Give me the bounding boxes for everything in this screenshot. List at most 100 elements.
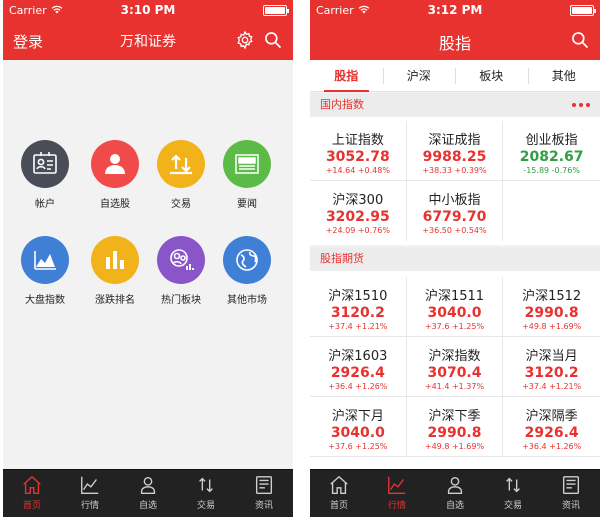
transfer-icon [199,477,213,493]
tab-news[interactable]: 资讯 [235,474,293,511]
futures-name: 沪深当月 [525,349,578,364]
tile-news[interactable]: 要闻 [215,140,279,210]
tab-label: 首页 [22,501,41,511]
news-icon [223,140,271,188]
index-change: +38.33 +0.39% [422,166,487,175]
index-cell[interactable]: 创业板指 2082.67 -15.89 -0.76% [503,121,600,181]
tab-home[interactable]: 首页 [310,474,368,511]
futures-value: 3070.4 [427,365,482,381]
tile-trade[interactable]: 交易 [149,140,213,210]
futures-cell[interactable]: 沪深下季 2990.8 +49.8 +1.69% [406,397,504,457]
futures-change: +37.6 +1.25% [424,322,485,331]
bar-chart-icon [91,236,139,284]
section-title: 国内指数 [320,98,364,111]
segment-sectors[interactable]: 板块 [455,60,528,92]
tile-label: 其他市场 [227,295,267,306]
futures-value: 2926.4 [330,365,385,381]
tab-label: 资讯 [561,501,580,511]
search-icon[interactable] [570,30,590,50]
futures-change: +36.4 +1.26% [328,382,388,391]
index-cell[interactable]: 上证指数 3052.78 +14.64 +0.48% [310,121,407,181]
index-name: 创业板指 [525,133,578,148]
futures-name: 沪深下月 [331,409,384,424]
clock: 3:12 PM [427,3,483,17]
futures-value: 3040.0 [330,425,385,441]
transfer-icon [506,477,520,493]
index-change: +24.09 +0.76% [325,226,390,235]
tile-other-markets[interactable]: 其他市场 [215,236,279,306]
segment-index[interactable]: 股指 [310,60,383,92]
home-icon [23,475,41,494]
futures-name: 沪深隔季 [525,409,578,424]
tab-news[interactable]: 资讯 [542,474,600,511]
tile-label: 自选股 [100,199,130,210]
battery-icon [263,5,289,16]
index-name: 上证指数 [331,133,384,148]
tile-market-index[interactable]: 大盘指数 [13,236,77,306]
search-icon[interactable] [263,30,283,50]
futures-change: +49.8 +1.69% [522,322,582,331]
futures-value: 3040.0 [427,305,482,321]
tab-label: 资讯 [254,501,273,511]
group-icon [157,236,205,284]
index-change: +36.50 +0.54% [422,226,487,235]
index-cell[interactable]: 沪深300 3202.95 +24.09 +0.76% [310,181,407,241]
user-icon [91,140,139,188]
tab-quotes[interactable]: 行情 [368,474,426,511]
status-bar: Carrier 3:10 PM [3,0,293,20]
tab-trade[interactable]: 交易 [177,474,235,511]
gear-icon[interactable] [235,30,255,50]
futures-cell[interactable]: 沪深下月 3040.0 +37.6 +1.25% [310,397,407,457]
page-title: 股指 [438,34,471,53]
home-icon [330,475,348,494]
tab-label: 首页 [329,501,348,511]
index-change: -15.89 -0.76% [523,166,580,175]
section-title: 股指期货 [320,252,364,265]
index-cell[interactable]: 中小板指 6779.70 +36.50 +0.54% [406,181,504,241]
line-chart-icon [81,476,99,494]
futures-cell[interactable]: 沪深隔季 2926.4 +36.4 +1.26% [503,397,600,457]
index-name: 中小板指 [428,193,481,208]
futures-cell[interactable]: 沪深1512 2990.8 +49.8 +1.69% [503,277,600,337]
line-chart-icon [388,476,406,494]
futures-value: 2990.8 [524,305,579,321]
tab-trade[interactable]: 交易 [484,474,542,511]
futures-change: +37.4 +1.21% [522,382,582,391]
tab-label: 交易 [196,501,215,511]
tab-home[interactable]: 首页 [3,474,61,511]
index-name: 沪深300 [332,193,384,208]
futures-cell[interactable]: 沪深当月 3120.2 +37.4 +1.21% [503,337,600,397]
futures-cell[interactable]: 沪深1511 3040.0 +37.6 +1.25% [406,277,504,337]
index-cell[interactable]: 深证成指 9988.25 +38.33 +0.39% [406,121,504,181]
tile-watchlist[interactable]: 自选股 [83,140,147,210]
segment-other[interactable]: 其他 [528,60,600,92]
header: Carrier 3:12 PM 股指 [310,0,600,60]
newspaper-icon [255,476,273,494]
tile-hot-sectors[interactable]: 热门板块 [149,236,213,306]
tab-watchlist[interactable]: 自选 [119,474,177,511]
clock: 3:10 PM [120,3,176,17]
tile-label: 涨跌排名 [95,295,135,306]
transfer-icon [157,140,205,188]
segment-shanghai-shenzhen[interactable]: 沪深 [383,60,456,92]
more-icon[interactable] [572,103,590,107]
index-value: 9988.25 [422,149,487,165]
tab-watchlist[interactable]: 自选 [426,474,484,511]
tile-account[interactable]: 帐户 [13,140,77,210]
person-icon [447,476,463,494]
index-value: 3052.78 [325,149,390,165]
home-screen: Carrier 3:10 PM 登录 万和证券 帐户 自选股 交易 要闻 大盘指… [3,0,293,517]
nav-bar: 股指 [310,20,600,60]
person-icon [140,476,156,494]
index-value: 3202.95 [325,209,390,225]
futures-cell[interactable]: 沪深指数 3070.4 +41.4 +1.37% [406,337,504,397]
tile-label: 帐户 [35,199,55,210]
tile-label: 大盘指数 [25,295,65,306]
tile-ranking[interactable]: 涨跌排名 [83,236,147,306]
futures-cell[interactable]: 沪深1603 2926.4 +36.4 +1.26% [310,337,407,397]
futures-cell[interactable]: 沪深1510 3120.2 +37.4 +1.21% [310,277,407,337]
tab-quotes[interactable]: 行情 [61,474,119,511]
section-header-domestic: 国内指数 [310,93,600,117]
futures-change: +36.4 +1.26% [522,442,582,451]
futures-change: +49.8 +1.69% [424,442,485,451]
